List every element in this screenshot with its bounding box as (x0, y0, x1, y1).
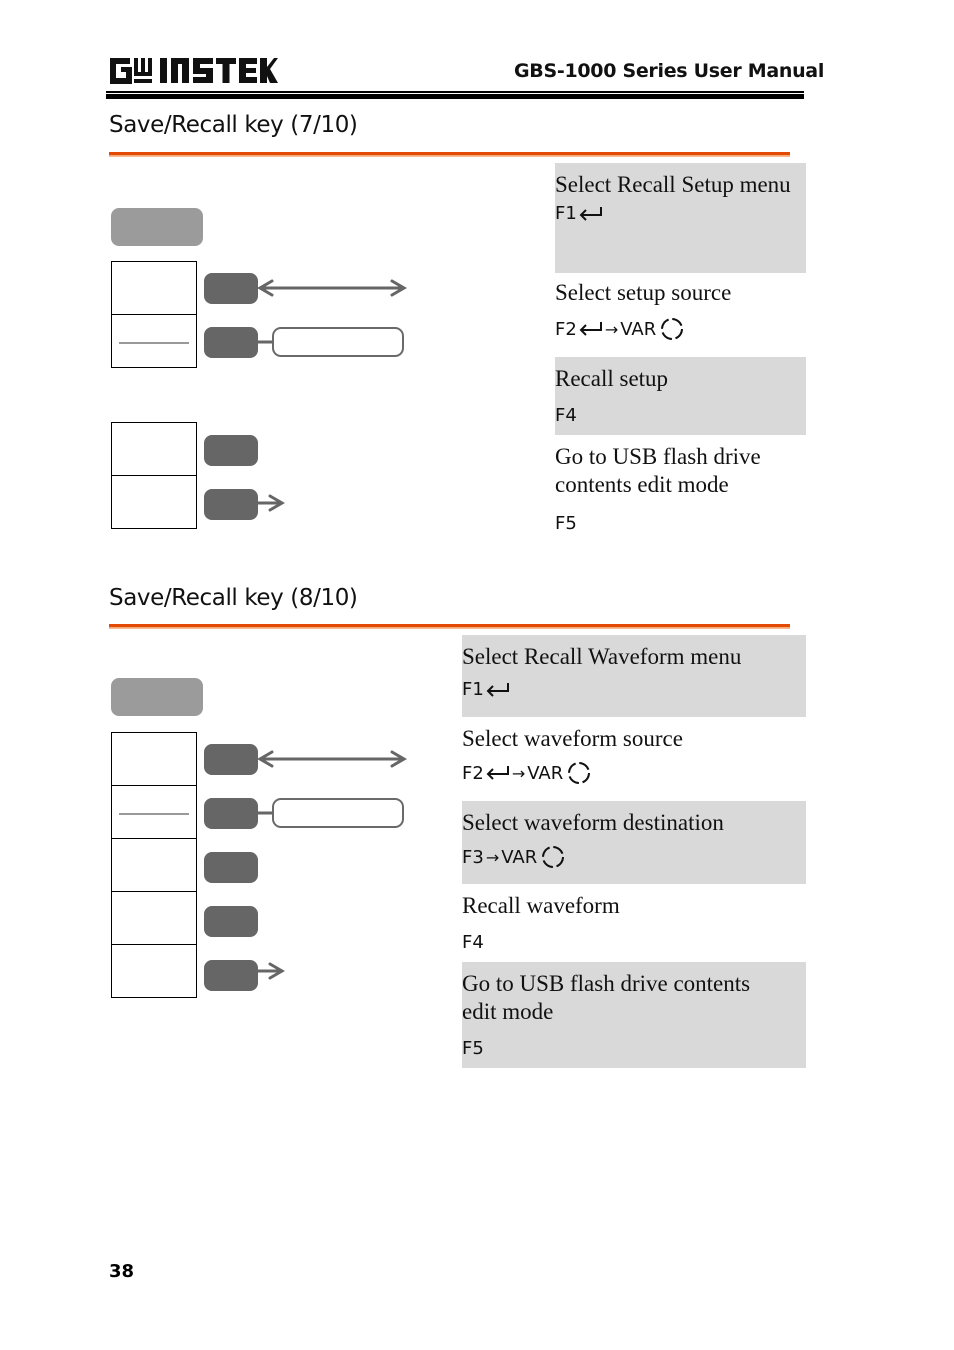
menu-value-line (119, 342, 189, 344)
return-icon (486, 766, 509, 780)
f2-key[interactable] (204, 798, 258, 829)
step-row: Select waveform source F2 → VAR (462, 717, 806, 801)
steps-list-7-10: Select Recall Setup menu F1 Select setup… (555, 163, 806, 545)
page-number: 38 (109, 1261, 135, 1282)
key-label: F5 (555, 513, 577, 534)
return-icon (579, 206, 602, 221)
softkey-slot-f2 (112, 315, 196, 367)
step-row: Select setup source F2 → VAR (555, 273, 806, 357)
section-rule (109, 152, 790, 157)
softkey-slot-f2 (112, 786, 196, 839)
step-key: F5 (462, 1038, 806, 1059)
softkey-menu-panel-lower (111, 422, 197, 529)
step-description: Select waveform source (462, 726, 683, 751)
step-key: F4 (462, 932, 806, 953)
f2-key[interactable] (204, 327, 258, 358)
double-arrow-icon (257, 750, 407, 768)
step-key: F2 → VAR (462, 761, 806, 785)
menu-value-line (119, 813, 189, 815)
arrow-icon: → (511, 763, 526, 783)
step-row: Select Recall Setup menu F1 (555, 163, 806, 273)
step-row: Recall waveform F4 (462, 884, 806, 962)
gw-instek-logo (110, 58, 278, 84)
step-description: Recall setup (555, 366, 669, 391)
f5-key[interactable] (204, 960, 258, 991)
save-recall-menu-button[interactable] (111, 208, 203, 246)
section-title-7-10: Save/Recall key (7/10) (109, 112, 358, 138)
key-label: F4 (462, 932, 484, 953)
right-arrow-icon (258, 962, 285, 980)
save-recall-menu-button[interactable] (111, 678, 203, 716)
return-icon (486, 682, 509, 697)
softkey-slot-f4 (112, 892, 196, 945)
step-row: Select Recall Waveform menu F1 (462, 635, 806, 717)
key-label: F1 (462, 679, 484, 700)
step-key: F1 (462, 679, 806, 700)
step-description: Recall waveform (462, 893, 620, 918)
key-label: F2 (555, 318, 577, 340)
manual-title: GBS-1000 Series User Manual (514, 60, 825, 82)
f1-key[interactable] (204, 273, 258, 304)
right-arrow-icon (258, 494, 285, 512)
f1-key[interactable] (204, 744, 258, 775)
f4-key[interactable] (204, 435, 258, 466)
key-label: F4 (555, 405, 577, 426)
double-arrow-icon (257, 279, 407, 297)
var-label: VAR (527, 762, 564, 784)
key-label: F2 (462, 762, 484, 784)
source-field-box (272, 327, 404, 357)
f4-key[interactable] (204, 906, 258, 937)
f5-key[interactable] (204, 489, 258, 520)
f3-key[interactable] (204, 852, 258, 883)
knob-icon (661, 318, 684, 340)
step-description: Select waveform destination (462, 810, 724, 835)
step-row: Go to USB flash drive contents edit mode… (462, 962, 806, 1068)
steps-list-8-10: Select Recall Waveform menu F1 Select wa… (462, 635, 806, 1068)
knob-icon (542, 846, 565, 868)
step-description: Go to USB flash drive contents edit mode (555, 444, 761, 497)
step-description: Select Recall Setup menu (555, 172, 791, 197)
var-label: VAR (620, 318, 657, 340)
section-title-8-10: Save/Recall key (8/10) (109, 585, 358, 611)
key-label: F3 (462, 846, 484, 868)
header-rule-thin (106, 91, 804, 93)
knob-icon (568, 762, 591, 784)
step-row: Go to USB flash drive contents edit mode… (555, 435, 806, 545)
step-key: F4 (555, 405, 806, 426)
softkey-slot-f1 (112, 733, 196, 786)
softkey-slot-f1 (112, 262, 196, 315)
softkey-menu-panel (111, 732, 197, 998)
step-description: Select setup source (555, 280, 732, 305)
step-key: F3 → VAR (462, 845, 806, 869)
key-label: F1 (555, 203, 577, 224)
arrow-icon: → (485, 847, 500, 867)
step-key: F2 → VAR (555, 317, 806, 341)
step-row: Select waveform destination F3 → VAR (462, 801, 806, 884)
step-description: Go to USB flash drive contents edit mode (462, 971, 751, 1024)
return-icon (579, 322, 602, 336)
step-description: Select Recall Waveform menu (462, 644, 742, 669)
header-rule-thick (106, 94, 804, 99)
step-row: Recall setup F4 (555, 357, 806, 435)
softkey-slot-f4 (112, 423, 196, 476)
arrow-icon: → (604, 319, 619, 339)
step-key: F5 (555, 513, 806, 534)
softkey-slot-f3 (112, 839, 196, 892)
source-field-box (272, 798, 404, 828)
step-key: F1 (555, 203, 806, 224)
softkey-slot-f5 (112, 476, 196, 528)
var-label: VAR (501, 846, 538, 868)
section-rule (109, 624, 790, 629)
softkey-menu-panel (111, 261, 197, 368)
key-label: F5 (462, 1038, 484, 1059)
softkey-slot-f5 (112, 945, 196, 997)
